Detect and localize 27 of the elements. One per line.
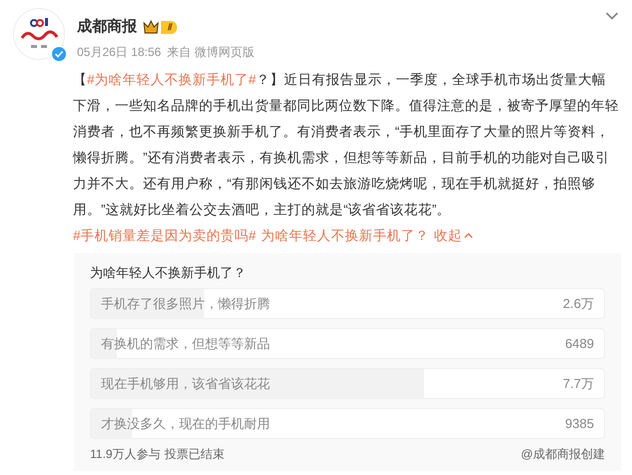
- post-text: 【#为啥年轻人不换新手机了#？】近日有报告显示，一季度，全球手机市场出货量大幅下滑，一些知名品牌的手机出货量都同比两位数下降。值得注意的是，被寄予厚望的年轻消费者，也不再频繁更换新手机了。有消费者表示，“手机里面存了大量的照片等资料，懒得折腾。”还有消费者表示，有换机需求，但想等等新品，目前手机的功能对自己吸引力并不大。还有用户称，“有那闲钱还不如去旅游吃烧烤呢，现在手机就挺好，拍照够用。”这就好比坐着公交去酒吧，主打的就是“该省省该花花”。 #手机销量差是因为卖的贵吗# 为啥年轻人不换新手机了？ 收起: [73, 66, 619, 248]
- crown-icon: [143, 20, 159, 34]
- hashtag-link[interactable]: #手机销量差是因为卖的贵吗#: [73, 228, 256, 242]
- poll-status: 投票已结束: [164, 446, 224, 463]
- poll-option[interactable]: 有换机的需求，但想等等新品 6489: [90, 328, 605, 359]
- collapse-link[interactable]: 收起: [434, 222, 476, 248]
- poll-option[interactable]: 手机存了很多照片，懒得折腾 2.6万: [90, 288, 605, 319]
- option-label: 才换没多久，现在的手机耐用: [101, 414, 270, 433]
- author-name[interactable]: 成都商报: [77, 16, 137, 38]
- level-badge: Ⅱ: [161, 20, 177, 34]
- poll-question: 为啥年轻人不换新手机了？: [90, 264, 247, 282]
- poll-option[interactable]: 才换没多久，现在的手机耐用 9385: [90, 408, 605, 439]
- hashtag-link[interactable]: 为啥年轻人不换新手机了？: [261, 228, 430, 242]
- hashtag-link[interactable]: #为啥年轻人不换新手机了#: [87, 72, 256, 86]
- vote-count: 2.6万: [562, 294, 594, 313]
- post-time[interactable]: 05月26日 18:56: [77, 42, 162, 60]
- post-source: 来自 微博网页版: [167, 44, 254, 60]
- option-label: 现在手机够用，该省省该花花: [101, 374, 270, 393]
- option-label: 有换机的需求，但想等等新品: [101, 334, 270, 353]
- avatar[interactable]: [13, 8, 65, 60]
- poll-option[interactable]: 现在手机够用，该省省该花花 7.7万: [90, 368, 605, 399]
- option-label: 手机存了很多照片，懒得折腾: [101, 294, 270, 313]
- vote-count: 6489: [565, 334, 594, 353]
- vote-count: 7.7万: [562, 374, 594, 393]
- participant-count: 11.9万人参与: [90, 446, 160, 463]
- poll-creator[interactable]: @成都商报创建: [520, 445, 605, 463]
- vote-count: 9385: [565, 414, 594, 433]
